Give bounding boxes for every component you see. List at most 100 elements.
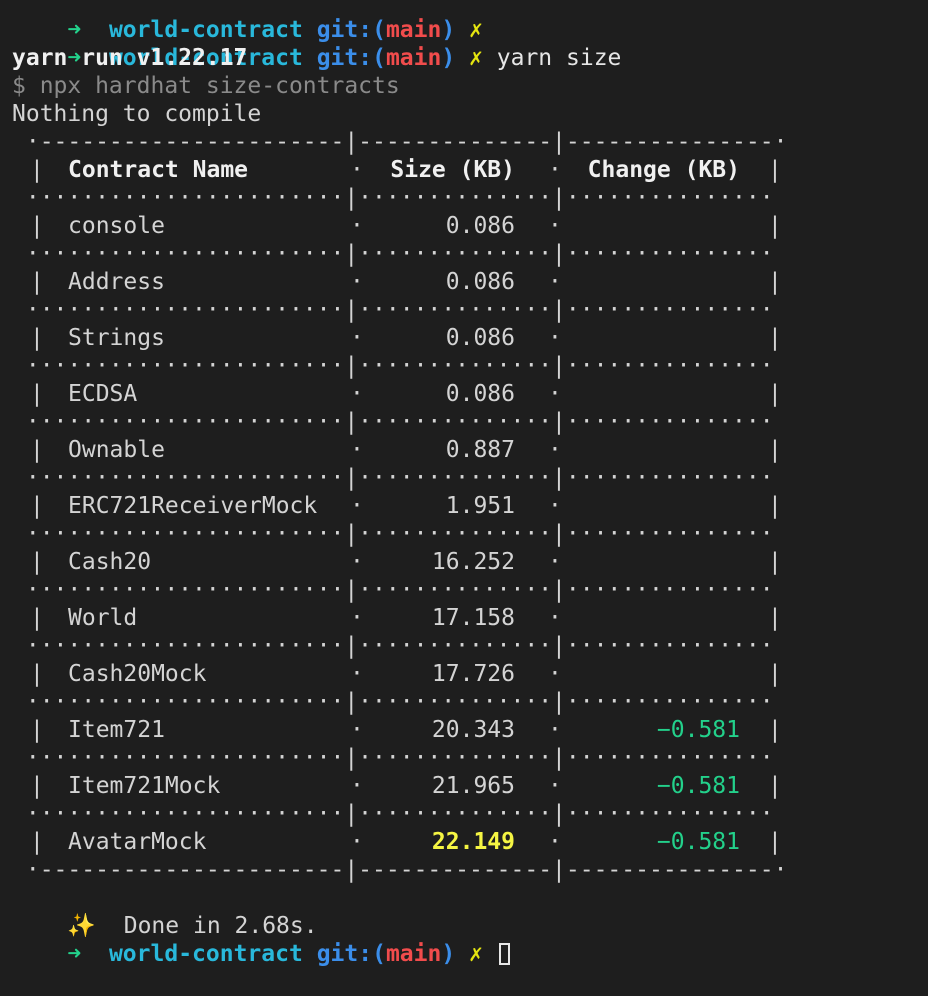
table-divider: · — [548, 605, 562, 631]
table-divider: · — [350, 213, 364, 239]
table-border-bottom: ·----------------------|--------------|-… — [12, 857, 788, 883]
table-row-name: console — [68, 213, 165, 239]
table-divider: | — [768, 605, 782, 631]
table-divider: · — [548, 661, 562, 687]
table-row-size: 0.086 — [445, 325, 515, 351]
table-divider: · — [350, 437, 364, 463]
table-divider: | — [768, 213, 782, 239]
table-divider: | — [768, 493, 782, 519]
table-divider: | — [30, 605, 44, 631]
table-row-name: ECDSA — [68, 381, 138, 407]
prompt-branch: main — [385, 941, 442, 967]
prompt-dir: world-contract — [108, 941, 303, 967]
table-row-separator: ·······················|··············|·… — [12, 297, 774, 323]
table-row-change: −0.581 — [656, 717, 740, 743]
header-change: Change (KB) — [587, 157, 740, 183]
table-row-name: ERC721ReceiverMock — [68, 493, 318, 519]
prompt-git-label: git:( — [316, 941, 386, 967]
table-row-name: AvatarMock — [68, 829, 207, 855]
table-row-name: Strings — [68, 325, 165, 351]
table-divider: | — [30, 829, 44, 855]
table-row-size: 0.086 — [445, 381, 515, 407]
table-row-size: 16.252 — [431, 549, 515, 575]
table-row-size: 17.158 — [431, 605, 515, 631]
table-divider: | — [768, 661, 782, 687]
table-divider: | — [768, 157, 782, 183]
table-divider: · — [350, 829, 364, 855]
header-contract-name: Contract Name — [68, 157, 249, 183]
dirty-mark-icon: ✗ — [469, 45, 483, 71]
table-row-separator: ·······················|··············|·… — [12, 241, 774, 267]
prompt-line-current[interactable]: ➜ world-contract git:(main) ✗ — [12, 912, 510, 967]
table-row-name: Item721 — [68, 717, 165, 743]
npx-command-line: $ npx hardhat size-contracts — [12, 73, 400, 99]
table-divider: · — [350, 661, 364, 687]
table-row-size: 21.965 — [431, 773, 515, 799]
table-divider: · — [548, 829, 562, 855]
table-row-size: 0.086 — [445, 269, 515, 295]
table-divider: · — [548, 437, 562, 463]
table-divider: | — [30, 213, 44, 239]
yarn-version-line: yarn run v1.22.17 — [12, 45, 248, 71]
table-divider: | — [768, 773, 782, 799]
table-row-name: Address — [68, 269, 165, 295]
table-row-size: 20.343 — [431, 717, 515, 743]
table-row-separator: ·······················|··············|·… — [12, 409, 774, 435]
table-divider: | — [30, 717, 44, 743]
table-divider: · — [350, 269, 364, 295]
table-divider: | — [768, 437, 782, 463]
table-divider: · — [350, 381, 364, 407]
table-row-size: 0.086 — [445, 213, 515, 239]
table-border-top: ·----------------------|--------------|-… — [12, 129, 788, 155]
table-row-separator: ·······················|··············|·… — [12, 521, 774, 547]
table-divider: | — [30, 549, 44, 575]
table-row-change: −0.581 — [656, 773, 740, 799]
table-divider: · — [548, 269, 562, 295]
table-divider: | — [30, 773, 44, 799]
table-row-name: World — [68, 605, 138, 631]
table-divider: · — [350, 773, 364, 799]
table-divider: · — [350, 325, 364, 351]
table-row-name: Cash20 — [68, 549, 152, 575]
prompt-git-close: ) — [441, 941, 456, 967]
table-divider: · — [350, 549, 364, 575]
table-divider: | — [768, 381, 782, 407]
prompt-line-command: ➜ world-contract git:(main) ✗ yarn size — [12, 16, 621, 71]
table-divider: | — [30, 661, 44, 687]
table-row-size: 0.887 — [445, 437, 515, 463]
table-divider: | — [768, 829, 782, 855]
prompt-branch: main — [385, 45, 442, 71]
table-row-separator: ·······················|··············|·… — [12, 633, 774, 659]
table-row-separator: ·······················|··············|·… — [12, 745, 774, 771]
prompt-line-previous: ➜ world-contract git:(main) ✗ — [12, 0, 483, 43]
table-row-change: −0.581 — [656, 829, 740, 855]
table-divider: · — [548, 493, 562, 519]
table-row-name: Item721Mock — [68, 773, 221, 799]
table-row-name: Ownable — [68, 437, 165, 463]
table-row-separator: ·······················|··············|·… — [12, 577, 774, 603]
table-divider: · — [350, 493, 364, 519]
text-cursor[interactable] — [498, 943, 510, 965]
contract-size-table: ·----------------------|--------------|-… — [0, 128, 928, 884]
table-divider: · — [350, 717, 364, 743]
table-divider: · — [548, 325, 562, 351]
table-row-size: 1.951 — [445, 493, 515, 519]
prompt-git-label: git:( — [316, 45, 386, 71]
table-row-separator: ·······················|··············|·… — [12, 689, 774, 715]
table-divider: · — [548, 381, 562, 407]
dirty-mark-icon: ✗ — [469, 941, 483, 967]
table-divider: · — [548, 213, 562, 239]
terminal-window[interactable]: ➜ world-contract git:(main) ✗ ➜ world-co… — [0, 0, 928, 967]
table-divider: · — [548, 717, 562, 743]
command-text: yarn size — [496, 45, 622, 71]
table-divider: · — [350, 157, 364, 183]
table-row-size: 17.726 — [431, 661, 515, 687]
table-divider: · — [548, 157, 562, 183]
table-row-separator: ·······················|··············|·… — [12, 185, 774, 211]
table-divider: | — [768, 325, 782, 351]
table-divider: | — [30, 381, 44, 407]
table-divider: · — [548, 549, 562, 575]
table-row-size: 22.149 — [431, 829, 515, 855]
prompt-git-close: ) — [441, 45, 456, 71]
table-divider: | — [768, 549, 782, 575]
